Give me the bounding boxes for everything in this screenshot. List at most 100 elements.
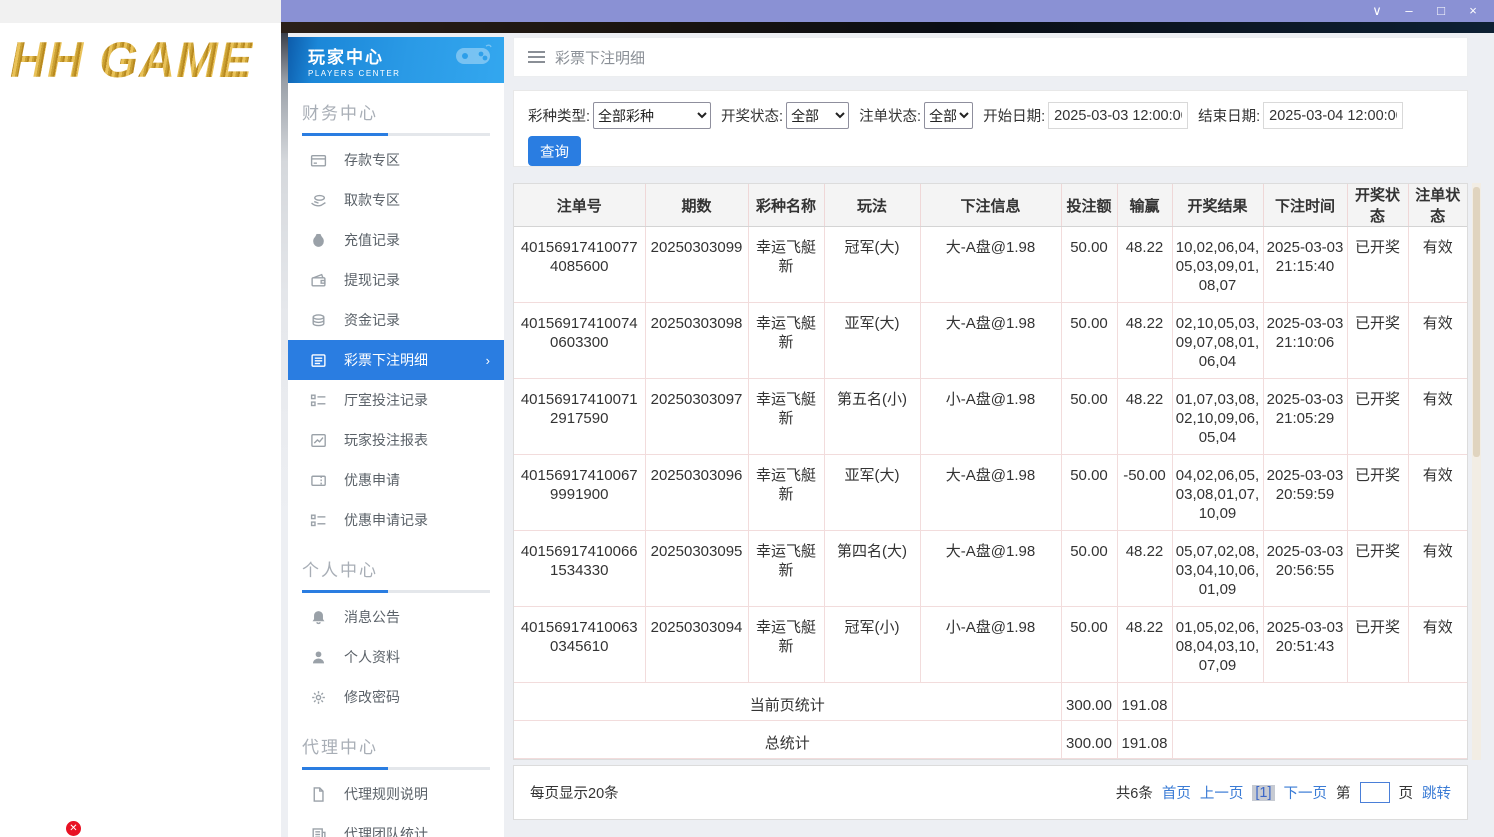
hh-game-logo: HH GAME	[10, 32, 254, 88]
sidebar-item[interactable]: 玩家投注报表	[288, 420, 504, 460]
cell-order-no: 401569174100740603300	[514, 302, 646, 379]
cell-result: 04,02,06,05,03,08,01,07,10,09	[1172, 454, 1264, 531]
search-button[interactable]: 查询	[528, 136, 581, 166]
ticket-icon	[310, 472, 327, 489]
jump-button[interactable]: 跳转	[1422, 782, 1451, 803]
bet-table-panel: 注单号 期数 彩种名称 玩法 下注信息 投注额 输赢 开奖结果 下注时间 开奖状态 注单状态 401…	[513, 183, 1468, 760]
summary-winloss: 191.08	[1117, 682, 1173, 721]
sidebar-item[interactable]: 取款专区	[288, 180, 504, 220]
sidebar-item[interactable]: 存款专区	[288, 140, 504, 180]
page-jump-input[interactable]	[1359, 782, 1390, 803]
cell-time: 2025-03-03 21:15:40	[1263, 226, 1348, 303]
hamburger-menu-icon[interactable]	[528, 50, 545, 64]
cell-amount: 50.00	[1061, 378, 1118, 455]
page-title: 彩票下注明细	[555, 49, 646, 67]
cell-period: 20250303098	[645, 302, 749, 379]
cell-order-no: 401569174100679991900	[514, 454, 646, 531]
list-icon	[310, 352, 327, 369]
cell-draw-status: 已开奖	[1347, 378, 1409, 455]
gear-icon	[310, 689, 327, 706]
sidebar-item[interactable]: 消息公告	[288, 597, 504, 637]
cell-amount: 50.00	[1061, 530, 1118, 607]
start-date-label: 开始日期:	[983, 109, 1046, 125]
pagination: 共6条 首页 上一页 [1] 下一页 第 页 跳转	[1116, 782, 1451, 803]
summary-row: 当前页统计 300.00 191.08	[514, 682, 1467, 721]
sidebar-item[interactable]: 代理团队统计	[288, 814, 504, 837]
table-row: 401569174100630345610 20250303094 幸运飞艇新 冠军(…	[514, 606, 1467, 683]
section-underline	[302, 133, 490, 136]
next-page-link[interactable]: 下一页	[1284, 782, 1328, 803]
cell-period: 20250303094	[645, 606, 749, 683]
sidebar-item[interactable]: 个人资料	[288, 637, 504, 677]
error-badge-icon[interactable]: ✕	[66, 821, 81, 836]
building-icon	[310, 826, 327, 837]
cell-winloss: -50.00	[1117, 454, 1173, 531]
cell-result: 01,05,02,06,08,04,03,10,07,09	[1172, 606, 1264, 683]
sidebar-item-label: 代理团队统计	[344, 826, 428, 837]
start-date-input[interactable]	[1048, 102, 1189, 129]
cell-order-status: 有效	[1408, 226, 1467, 303]
scrollbar-thumb[interactable]	[1473, 187, 1480, 457]
sidebar-item[interactable]: 提现记录	[288, 260, 504, 300]
window-titlebar: ∨ – □ ×	[281, 0, 1494, 22]
sidebar-item-label: 优惠申请记录	[344, 512, 428, 528]
sidebar-section-title: 个人中心	[302, 561, 378, 580]
chevron-right-icon: ›	[485, 352, 490, 368]
cell-amount: 50.00	[1061, 302, 1118, 379]
column-header: 开奖状态	[1347, 184, 1409, 227]
draw-status-select[interactable]: 全部	[786, 102, 850, 129]
cell-order-no: 401569174100712917590	[514, 378, 646, 455]
cell-period: 20250303095	[645, 530, 749, 607]
cell-amount: 50.00	[1061, 606, 1118, 683]
column-header: 输赢	[1117, 184, 1173, 227]
cell-play: 第五名(小)	[824, 378, 921, 455]
table-row: 401569174100661534330 20250303095 幸运飞艇新 第四名…	[514, 530, 1467, 607]
sidebar-item[interactable]: 彩票下注明细 ›	[288, 340, 504, 380]
cell-winloss: 48.22	[1117, 302, 1173, 379]
prev-page-link[interactable]: 上一页	[1200, 782, 1244, 803]
cell-time: 2025-03-03 20:51:43	[1263, 606, 1348, 683]
page-size-text: 每页显示20条	[530, 786, 619, 802]
cell-play: 亚军(大)	[824, 454, 921, 531]
card-icon	[310, 152, 327, 169]
sidebar-item[interactable]: 充值记录	[288, 220, 504, 260]
sidebar-item[interactable]: 优惠申请	[288, 460, 504, 500]
sidebar-section-title: 财务中心	[302, 104, 378, 123]
total-count-text: 共6条	[1115, 786, 1153, 802]
jump-prefix-label: 第	[1336, 786, 1351, 802]
sidebar-item[interactable]: 厅室投注记录	[288, 380, 504, 420]
sidebar-item[interactable]: 资金记录	[288, 300, 504, 340]
cell-play: 亚军(大)	[824, 302, 921, 379]
column-header: 彩种名称	[748, 184, 825, 227]
sidebar-item[interactable]: 修改密码	[288, 677, 504, 717]
cell-order-no: 401569174100630345610	[514, 606, 646, 683]
lottery-type-select[interactable]: 全部彩种	[593, 102, 712, 129]
current-page-indicator: [1]	[1252, 784, 1275, 801]
sidebar-item[interactable]: 优惠申请记录	[288, 500, 504, 540]
logo-band: HH GAME	[0, 23, 281, 97]
cell-order-no: 401569174100774085600	[514, 226, 646, 303]
maximize-icon[interactable]: □	[1432, 0, 1450, 22]
chevron-down-icon[interactable]: ∨	[1368, 0, 1386, 22]
summary-label: 总统计	[514, 720, 1062, 759]
summary-row: 总统计 300.00 191.08	[514, 720, 1467, 759]
minimize-icon[interactable]: –	[1400, 0, 1418, 22]
sidebar-item[interactable]: 代理规则说明	[288, 774, 504, 814]
close-icon[interactable]: ×	[1464, 0, 1482, 22]
cell-lottery: 幸运飞艇新	[748, 226, 825, 303]
order-status-select[interactable]: 全部	[924, 102, 974, 129]
cell-time: 2025-03-03 20:59:59	[1263, 454, 1348, 531]
first-page-link[interactable]: 首页	[1162, 782, 1191, 803]
cell-lottery: 幸运飞艇新	[748, 606, 825, 683]
order-status-label: 注单状态:	[859, 109, 922, 125]
cell-play: 冠军(小)	[824, 606, 921, 683]
cell-draw-status: 已开奖	[1347, 454, 1409, 531]
sidebar-header: 玩家中心 PLAYERS CENTER	[288, 37, 504, 83]
end-date-input[interactable]	[1263, 102, 1404, 129]
vertical-scrollbar[interactable]	[1472, 183, 1481, 760]
column-header: 注单号	[514, 184, 646, 227]
cell-play: 冠军(大)	[824, 226, 921, 303]
wallet-icon	[310, 272, 327, 289]
cell-order-no: 401569174100661534330	[514, 530, 646, 607]
titlebar-shadow-strip	[281, 22, 1494, 33]
